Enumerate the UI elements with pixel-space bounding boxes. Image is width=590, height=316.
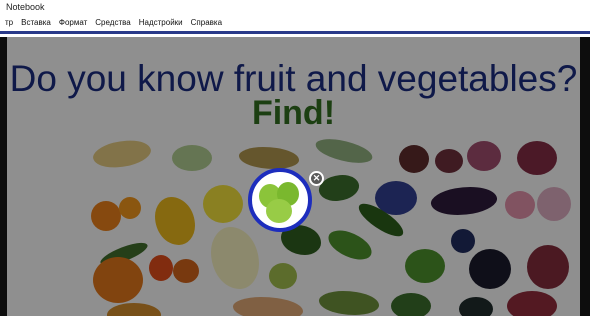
window-title: Notebook [0, 0, 590, 14]
menu-item-addons[interactable]: Надстройки [139, 18, 183, 27]
close-spotlight-button[interactable]: ✕ [309, 171, 324, 186]
menu-item-format[interactable]: Формат [59, 18, 87, 27]
menu-item-help[interactable]: Справка [191, 18, 222, 27]
menu-item-insert[interactable]: Вставка [21, 18, 51, 27]
frame-left [0, 37, 7, 316]
frame-right [580, 37, 590, 316]
spotlight-apples[interactable] [248, 168, 312, 232]
notebook-page: Do you know fruit and vegetables? Find! [7, 37, 580, 316]
menu-item-tools[interactable]: Средства [95, 18, 130, 27]
menu-bar: тр Вставка Формат Средства Надстройки Сп… [0, 14, 590, 34]
menu-item-view[interactable]: тр [5, 18, 13, 27]
